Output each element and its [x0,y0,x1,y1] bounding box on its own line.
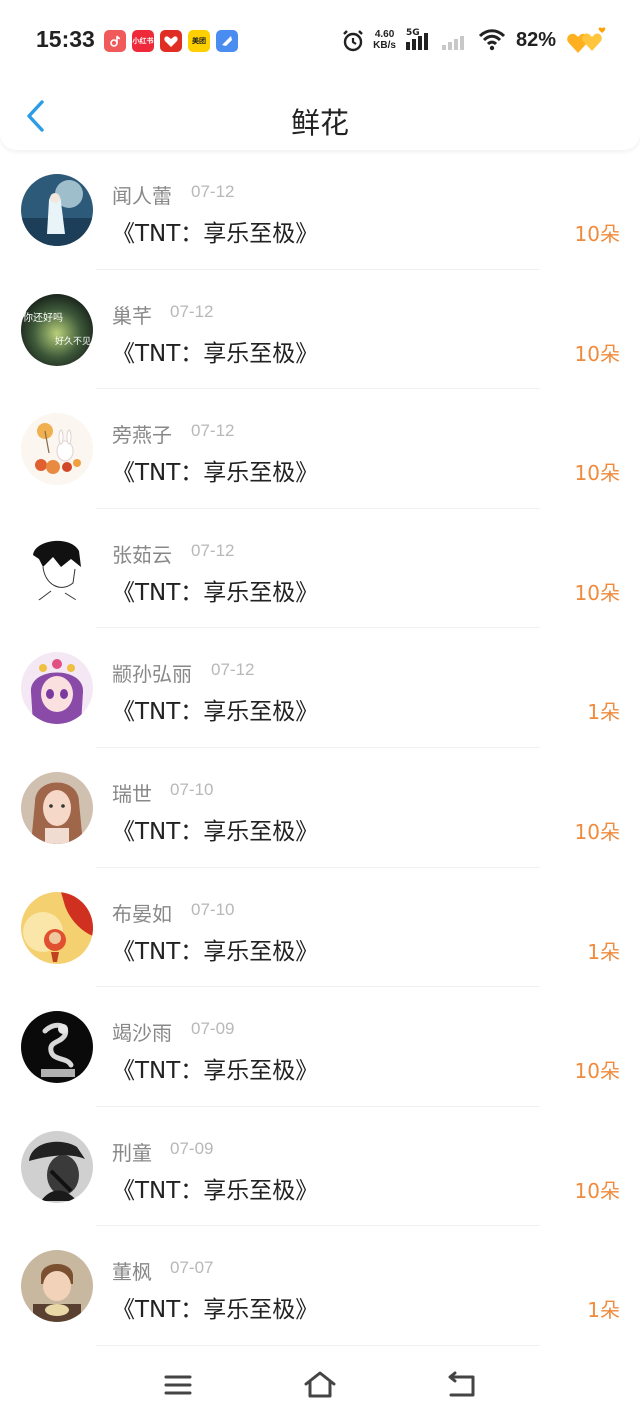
avatar[interactable] [21,1011,93,1084]
item-date: 07-09 [170,1138,214,1158]
item-book-title[interactable]: 《TNT：享乐至极》 [112,214,318,248]
item-flower-count: 1朵 [587,1298,620,1323]
home-button[interactable] [300,1368,340,1402]
system-nav-bar [0,1350,640,1422]
item-name: 瑞世 [112,781,152,806]
item-name: 张茹云 [112,542,172,567]
item-flower-count: 1朵 [587,939,620,964]
item-book-title[interactable]: 《TNT：享乐至极》 [112,1171,318,1205]
item-date: 07-10 [170,779,214,799]
app-icon [216,30,238,52]
divider [96,1344,540,1346]
list-item[interactable]: 竭沙雨 07-09 《TNT：享乐至极》 10朵 [0,987,640,1107]
list-item[interactable]: 闻人蕾 07-12 《TNT：享乐至极》 10朵 [0,150,640,270]
item-flower-count: 10朵 [574,1059,620,1084]
list-item[interactable]: 布晏如 07-10 《TNT：享乐至极》 1朵 [0,868,640,988]
item-flower-count: 10朵 [574,341,620,366]
list-item[interactable]: 你还好吗 好久不见 巢芊 07-12 《TNT：享乐至极》 10朵 [0,270,640,390]
avatar[interactable] [21,174,93,246]
item-date: 07-12 [191,182,235,201]
avatar[interactable] [21,771,93,844]
avatar-text-1: 你还好吗 [23,311,63,324]
list-item[interactable]: 张茹云 07-12 《TNT：享乐至极》 10朵 [0,509,640,629]
list-item[interactable]: 颛孙弘丽 07-12 《TNT：享乐至极》 1朵 [0,628,640,748]
avatar-text-2: 好久不见 [55,335,91,347]
item-book-title[interactable]: 《TNT：享乐至极》 [112,1290,318,1324]
net-speed: 4.60 KB/s [373,29,396,51]
item-flower-count: 10朵 [574,580,620,605]
alarm-icon [341,29,364,52]
item-date: 07-10 [191,899,235,919]
item-name: 董枫 [112,1260,152,1285]
item-date: 07-12 [211,660,255,680]
avatar[interactable] [21,891,93,964]
battery-level: 82% [515,28,556,51]
notification-icons: 小红书 美团 [104,30,238,52]
item-flower-count: 10朵 [574,819,620,844]
xiaohongshu-icon: 小红书 [132,30,154,52]
item-flower-count: 1朵 [587,700,620,725]
item-book-title[interactable]: 《TNT：享乐至极》 [112,453,318,487]
home-icon [304,1371,336,1398]
status-bar: 15:33 小红书 美团 4.60 KB/s 5G 82% [0,0,640,84]
avatar[interactable] [21,532,93,605]
page-title: 鲜花 [290,106,349,140]
signal-2-icon [441,28,468,52]
douyin-icon [104,30,126,52]
avatar[interactable] [21,652,93,725]
meituan-icon: 美团 [188,30,210,52]
header: 鲜花 [0,84,640,150]
menu-icon [164,1375,192,1395]
avatar[interactable] [21,413,93,486]
avatar[interactable] [21,1130,93,1203]
list-item[interactable]: 瑞世 07-10 《TNT：享乐至极》 10朵 [0,748,640,868]
item-flower-count: 10朵 [574,1178,620,1203]
item-name: 布晏如 [112,901,172,926]
item-name: 巢芊 [112,303,152,328]
hearts-icon [566,25,606,55]
item-date: 07-07 [170,1258,214,1278]
meituan-label: 美团 [192,37,206,45]
item-name: 闻人蕾 [112,184,172,208]
pinduoduo-icon [160,30,182,52]
list-item[interactable]: 刑童 07-09 《TNT：享乐至极》 10朵 [0,1107,640,1227]
net-speed-unit: KB/s [373,40,396,51]
status-right-icons: 4.60 KB/s 5G 82% [341,24,606,56]
item-name: 刑童 [112,1140,152,1165]
item-date: 07-12 [191,540,235,560]
menu-button[interactable] [158,1368,198,1402]
item-name: 竭沙雨 [112,1021,172,1046]
back-nav-button[interactable] [442,1368,482,1402]
item-book-title[interactable]: 《TNT：享乐至极》 [112,334,318,368]
item-book-title[interactable]: 《TNT：享乐至极》 [112,932,318,966]
item-date: 07-12 [170,301,214,321]
flower-list: 闻人蕾 07-12 《TNT：享乐至极》 10朵 你还好吗 好久不见 巢芊 07… [0,150,640,1346]
item-book-title[interactable]: 《TNT：享乐至极》 [112,692,318,726]
item-date: 07-09 [191,1019,235,1039]
signal-5g-icon: 5G [405,28,432,52]
item-name: 颛孙弘丽 [112,662,192,687]
item-flower-count: 10朵 [574,222,620,246]
back-icon [448,1371,475,1397]
avatar[interactable] [21,1250,93,1323]
wifi-icon [478,28,506,52]
item-book-title[interactable]: 《TNT：享乐至极》 [112,812,318,846]
xiaohongshu-label: 小红书 [132,37,154,45]
list-item[interactable]: 旁燕子 07-12 《TNT：享乐至极》 10朵 [0,389,640,509]
list-item[interactable]: 董枫 07-07 《TNT：享乐至极》 1朵 [0,1226,640,1346]
item-date: 07-12 [191,421,235,441]
item-book-title[interactable]: 《TNT：享乐至极》 [112,573,318,607]
item-flower-count: 10朵 [574,461,620,486]
item-name: 旁燕子 [112,423,172,448]
net-speed-value: 4.60 [374,29,395,40]
avatar[interactable]: 你还好吗 好久不见 [21,293,93,366]
status-time: 15:33 [36,26,95,52]
item-book-title[interactable]: 《TNT：享乐至极》 [112,1051,318,1085]
